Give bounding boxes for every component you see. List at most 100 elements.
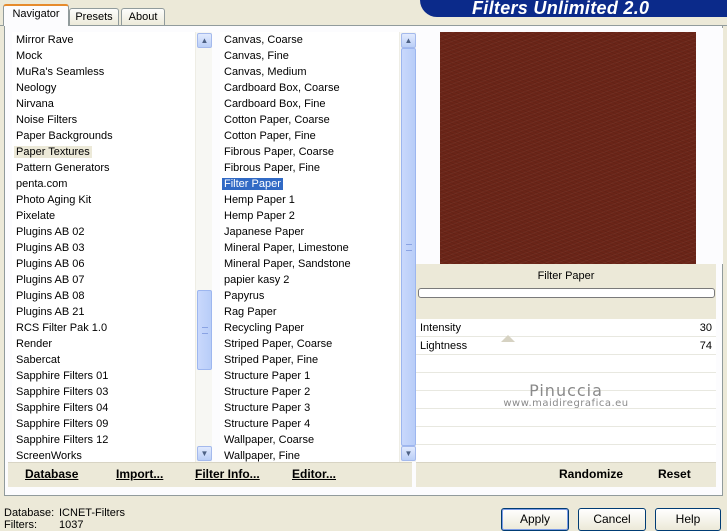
filter-item[interactable]: Cotton Paper, Fine (220, 128, 416, 144)
category-scroll-up-button[interactable]: ▲ (197, 33, 212, 48)
filter-item[interactable]: Striped Paper, Fine (220, 352, 416, 368)
filter-item-label: Hemp Paper 2 (224, 210, 295, 222)
category-item[interactable]: Pixelate (12, 208, 212, 224)
category-item-label: Sapphire Filters 09 (16, 418, 109, 430)
category-item[interactable]: ScreenWorks (12, 448, 212, 462)
filter-item[interactable]: Cardboard Box, Coarse (220, 80, 416, 96)
filter-item-label: Mineral Paper, Sandstone (224, 258, 351, 270)
filter-item[interactable]: Canvas, Coarse (220, 32, 416, 48)
tab-about[interactable]: About (121, 8, 165, 26)
category-item-label: Plugins AB 02 (16, 226, 85, 238)
database-link[interactable]: Database (25, 467, 78, 481)
category-item[interactable]: Mirror Rave (12, 32, 212, 48)
filter-item-label: Papyrus (224, 290, 265, 302)
category-item[interactable]: RCS Filter Pak 1.0 (12, 320, 212, 336)
category-item[interactable]: Neology (12, 80, 212, 96)
category-scrollbar[interactable]: ▲ ▼ (195, 32, 212, 462)
filter-scrollbar[interactable]: ▲ ▼ (399, 32, 416, 462)
filter-item-label: papier kasy 2 (224, 274, 290, 286)
category-item-label: Plugins AB 07 (16, 274, 85, 286)
category-item-label: Nirvana (16, 98, 54, 110)
filter-item[interactable]: Mineral Paper, Limestone (220, 240, 416, 256)
category-item-label: penta.com (16, 178, 68, 190)
filter-item[interactable]: Striped Paper, Coarse (220, 336, 416, 352)
category-list[interactable]: Mirror Rave Mock MuRa's Seamless Neology Nir… (12, 32, 212, 462)
preview-area (416, 28, 723, 264)
filter-item-label: Striped Paper, Coarse (224, 338, 333, 350)
filter-item[interactable]: Canvas, Medium (220, 64, 416, 80)
filter-scroll-thumb[interactable] (401, 48, 416, 446)
filter-info-link[interactable]: Filter Info... (195, 467, 260, 481)
filter-item[interactable]: Papyrus (220, 288, 416, 304)
category-item[interactable]: Paper Textures (12, 144, 212, 160)
progress-bar (418, 288, 715, 298)
category-item[interactable]: Paper Backgrounds (12, 128, 212, 144)
filter-item[interactable]: Rag Paper (220, 304, 416, 320)
filter-item[interactable]: Structure Paper 4 (220, 416, 416, 432)
category-scroll-thumb[interactable] (197, 290, 212, 370)
category-item[interactable]: penta.com (12, 176, 212, 192)
category-item[interactable]: Sapphire Filters 01 (12, 368, 212, 384)
filter-item-label: Fibrous Paper, Fine (224, 162, 320, 174)
filter-item-label: Canvas, Coarse (224, 34, 303, 46)
filter-list[interactable]: Canvas, Coarse Canvas, Fine Canvas, Medium… (220, 32, 416, 462)
category-item[interactable]: Plugins AB 21 (12, 304, 212, 320)
category-items: Mirror Rave Mock MuRa's Seamless Neology Nir… (12, 32, 212, 462)
filter-item[interactable]: Structure Paper 2 (220, 384, 416, 400)
category-item[interactable]: Mock (12, 48, 212, 64)
category-item[interactable]: Sapphire Filters 04 (12, 400, 212, 416)
category-scroll-down-button[interactable]: ▼ (197, 446, 212, 461)
filter-item[interactable]: Wallpaper, Fine (220, 448, 416, 462)
filter-scroll-down-button[interactable]: ▼ (401, 446, 416, 461)
banner-title: Filters Unlimited 2.0 (472, 0, 650, 18)
filter-item-label: Filter Paper (222, 178, 283, 190)
category-item-label: Paper Backgrounds (16, 130, 113, 142)
filter-item[interactable]: Recycling Paper (220, 320, 416, 336)
filter-item[interactable]: Canvas, Fine (220, 48, 416, 64)
category-item[interactable]: Photo Aging Kit (12, 192, 212, 208)
database-value: ICNET-Filters (59, 507, 125, 519)
category-item[interactable]: Plugins AB 03 (12, 240, 212, 256)
filter-item[interactable]: Structure Paper 3 (220, 400, 416, 416)
filter-item-label: Striped Paper, Fine (224, 354, 319, 366)
filter-scroll-up-button[interactable]: ▲ (401, 33, 416, 48)
help-button[interactable]: Help (655, 508, 721, 531)
filter-item[interactable]: Hemp Paper 2 (220, 208, 416, 224)
cancel-button[interactable]: Cancel (578, 508, 646, 531)
slider-panel: Intensity 30 Lightness 74 Pinuccia www.m… (416, 319, 716, 463)
category-item[interactable]: Sabercat (12, 352, 212, 368)
import-link[interactable]: Import... (116, 467, 163, 481)
filter-item[interactable]: Filter Paper (220, 176, 416, 192)
apply-button[interactable]: Apply (501, 508, 569, 531)
category-item[interactable]: Plugins AB 07 (12, 272, 212, 288)
filters-info: Filters: 1037 (4, 519, 83, 531)
category-item[interactable]: Nirvana (12, 96, 212, 112)
filter-item[interactable]: Cotton Paper, Coarse (220, 112, 416, 128)
filter-item[interactable]: Hemp Paper 1 (220, 192, 416, 208)
category-item[interactable]: Plugins AB 08 (12, 288, 212, 304)
filter-item[interactable]: Mineral Paper, Sandstone (220, 256, 416, 272)
filter-item[interactable]: Wallpaper, Coarse (220, 432, 416, 448)
category-item[interactable]: Plugins AB 06 (12, 256, 212, 272)
filter-item[interactable]: Japanese Paper (220, 224, 416, 240)
category-item[interactable]: Render (12, 336, 212, 352)
category-item[interactable]: Sapphire Filters 03 (12, 384, 212, 400)
category-item-label: Pattern Generators (16, 162, 110, 174)
category-item[interactable]: Pattern Generators (12, 160, 212, 176)
filter-item[interactable]: papier kasy 2 (220, 272, 416, 288)
category-item[interactable]: MuRa's Seamless (12, 64, 212, 80)
category-item[interactable]: Sapphire Filters 12 (12, 432, 212, 448)
editor-link[interactable]: Editor... (292, 467, 336, 481)
filter-item[interactable]: Fibrous Paper, Coarse (220, 144, 416, 160)
reset-button[interactable]: Reset (658, 467, 691, 481)
category-item[interactable]: Noise Filters (12, 112, 212, 128)
category-item[interactable]: Plugins AB 02 (12, 224, 212, 240)
category-item[interactable]: Sapphire Filters 09 (12, 416, 212, 432)
filter-item[interactable]: Cardboard Box, Fine (220, 96, 416, 112)
tab-presets[interactable]: Presets (69, 8, 119, 26)
randomize-button[interactable]: Randomize (559, 467, 623, 481)
filter-item[interactable]: Fibrous Paper, Fine (220, 160, 416, 176)
tab-navigator[interactable]: Navigator (3, 4, 69, 26)
filter-item[interactable]: Structure Paper 1 (220, 368, 416, 384)
watermark: Pinuccia www.maidiregrafica.eu (416, 323, 716, 409)
